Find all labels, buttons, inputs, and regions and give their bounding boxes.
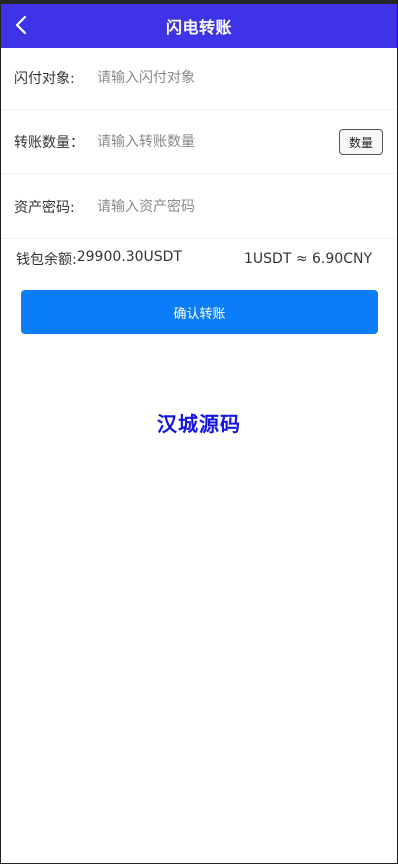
password-label: 资产密码: [14, 199, 75, 216]
target-row: 闪付对象: [1, 46, 397, 110]
wallet-balance: 钱包余额: 29900.30USDT [16, 249, 182, 269]
balance-label: 钱包余额: [16, 252, 77, 268]
chevron-left-icon [15, 15, 27, 35]
target-label: 闪付对象: [14, 70, 75, 87]
watermark-text: 汉城源码 [157, 412, 241, 436]
quantity-button[interactable]: 数量 [339, 129, 383, 155]
password-row: 资产密码: [1, 175, 397, 239]
exchange-rate: 1USDT ≈ 6.90CNY [244, 251, 372, 267]
app-screen: 闪电转账 闪付对象: 转账数量： 数量 资产密码: 钱包余额: 29900.30… [0, 0, 398, 864]
top-bar: 闪电转账 [1, 0, 397, 48]
amount-label: 转账数量： [14, 134, 84, 151]
wallet-balance-row: 钱包余额: 29900.30USDT 1USDT ≈ 6.90CNY [1, 246, 397, 272]
balance-value: 29900.30USDT [76, 249, 182, 265]
target-input[interactable] [83, 62, 397, 93]
password-input[interactable] [83, 191, 397, 222]
back-button[interactable] [9, 8, 33, 42]
page-title: 闪电转账 [165, 18, 232, 37]
confirm-transfer-button[interactable]: 确认转账 [21, 290, 378, 334]
amount-row: 转账数量： 数量 [1, 110, 397, 174]
